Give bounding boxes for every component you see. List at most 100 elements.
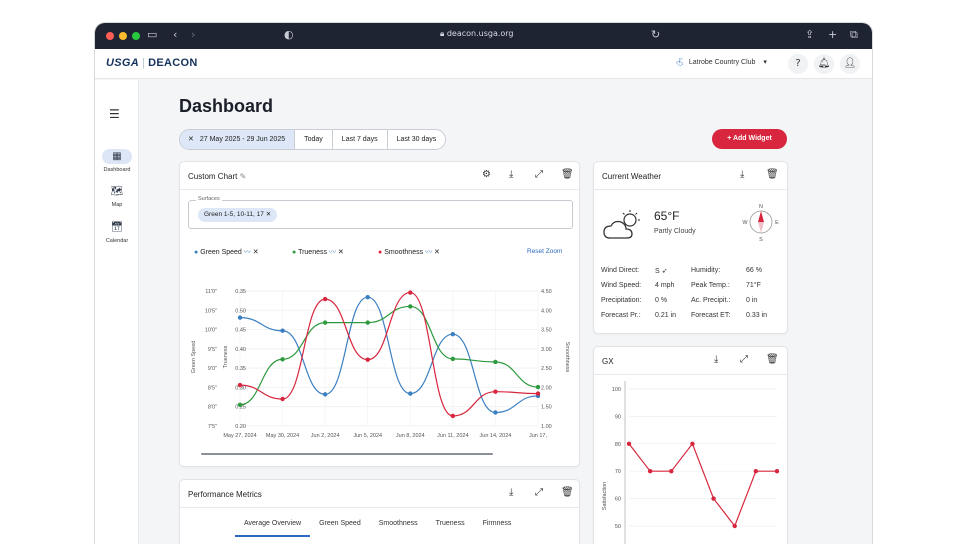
zoom-window-button[interactable] bbox=[132, 32, 140, 40]
shield-icon[interactable]: ◐ bbox=[284, 28, 294, 41]
today-button[interactable]: Today bbox=[295, 130, 333, 149]
help-button[interactable]: ? bbox=[788, 54, 808, 74]
clear-date-icon[interactable]: ✕ bbox=[188, 136, 194, 143]
wind-direction-label: Wind Direct: bbox=[601, 267, 640, 274]
y-mid-tick: 0.35 bbox=[235, 366, 246, 372]
data-point bbox=[753, 469, 759, 474]
menu-icon[interactable]: ☰ bbox=[109, 107, 120, 121]
sidebar-item-dashboard[interactable]: ▦ Dashboard bbox=[95, 149, 139, 173]
tab-average-overview[interactable]: Average Overview bbox=[235, 520, 311, 537]
legend-green-speed[interactable]: ● Green Speed 〰 ✕ bbox=[194, 245, 259, 260]
tab-smoothness[interactable]: Smoothness bbox=[370, 520, 427, 537]
usga-deacon-logo[interactable]: USGA | DEACON bbox=[106, 57, 198, 69]
legend-dot-icon: ● bbox=[378, 249, 383, 256]
data-point bbox=[365, 357, 370, 362]
data-point bbox=[365, 294, 370, 300]
reload-icon[interactable]: ↻ bbox=[651, 28, 660, 41]
compass-w: W bbox=[742, 220, 748, 226]
tab-trueness[interactable]: Trueness bbox=[427, 520, 474, 537]
settings-icon[interactable]: ⚙ bbox=[482, 169, 491, 180]
card-header: Current Weather ⤓ 🗑︎ bbox=[594, 162, 787, 190]
remove-series-icon[interactable]: ✕ bbox=[253, 249, 259, 256]
new-tab-icon[interactable]: + bbox=[828, 28, 837, 41]
remove-chip-icon[interactable]: ✕ bbox=[266, 211, 271, 218]
remove-series-icon[interactable]: ✕ bbox=[434, 249, 440, 256]
download-icon[interactable]: ⤓ bbox=[509, 487, 513, 498]
download-icon[interactable]: ⤓ bbox=[714, 354, 718, 365]
data-point bbox=[237, 402, 243, 407]
tab-firmness[interactable]: Firmness bbox=[474, 520, 521, 537]
x-tick: Jun 5, 2024 bbox=[353, 433, 382, 439]
humidity-value: 66 % bbox=[746, 267, 762, 274]
sidebar-item-map[interactable]: 🗺︎ Map bbox=[95, 184, 139, 208]
y-mid-tick: 0.50 bbox=[235, 308, 246, 314]
edit-icon[interactable]: ✎ bbox=[240, 172, 247, 181]
data-point bbox=[408, 304, 413, 309]
legend-label: Green Speed bbox=[200, 249, 242, 256]
series-line-smoothness bbox=[239, 291, 539, 417]
data-point bbox=[322, 296, 328, 302]
chart-scrollbar[interactable] bbox=[201, 453, 493, 455]
performance-tabs: Average Overview Green Speed Smoothness … bbox=[235, 520, 520, 537]
tab-green-speed[interactable]: Green Speed bbox=[310, 520, 370, 537]
fullscreen-icon[interactable]: ⤢ bbox=[535, 169, 543, 180]
y-mid-tick: 0.45 bbox=[235, 328, 246, 334]
x-tick: Jun 11, 2024 bbox=[437, 433, 468, 439]
legend-dot-icon: ● bbox=[194, 249, 199, 256]
download-icon[interactable]: ⤓ bbox=[509, 169, 513, 180]
gx-series-line bbox=[628, 442, 777, 528]
account-button[interactable]: 👤︎ bbox=[840, 54, 860, 74]
minimize-window-button[interactable] bbox=[119, 32, 127, 40]
custom-chart-card: Custom Chart ✎ ⚙ ⤓ ⤢ 🗑︎ Surfaces Green 1… bbox=[179, 161, 580, 467]
accumulated-precip-label: Ac. Precipit.: bbox=[691, 297, 731, 304]
notifications-button[interactable]: 🔔︎ bbox=[814, 54, 834, 74]
reset-zoom-link[interactable]: Reset Zoom bbox=[527, 248, 562, 255]
data-point bbox=[732, 523, 737, 529]
gx-line-chart[interactable]: Satisfaction 100 90 80 70 60 50 bbox=[594, 376, 787, 544]
tab-overview-icon[interactable]: ⧉ bbox=[850, 28, 858, 42]
data-point bbox=[237, 382, 243, 388]
card-header: Performance Metrics ⤓ ⤢ 🗑︎ bbox=[180, 480, 579, 508]
last-7-days-button[interactable]: Last 7 days bbox=[333, 130, 388, 149]
data-point bbox=[408, 290, 413, 295]
fullscreen-icon[interactable]: ⤢ bbox=[740, 354, 748, 365]
browser-window: ▭ ‹ › ◐ 🔒︎ deacon.usga.org ↻ ⇪ + ⧉ USGA |… bbox=[95, 23, 872, 544]
trash-icon[interactable]: 🗑︎ bbox=[561, 487, 574, 498]
precipitation-label: Precipitation: bbox=[601, 297, 642, 304]
y-left-tick: 9'5" bbox=[208, 347, 217, 353]
address-bar[interactable]: 🔒︎ deacon.usga.org bbox=[440, 29, 514, 39]
legend-smoothness[interactable]: ● Smoothness 〰 ✕ bbox=[378, 245, 440, 260]
series-line-trueness bbox=[239, 305, 539, 406]
download-icon[interactable]: ⤓ bbox=[740, 169, 744, 180]
trash-icon[interactable]: 🗑︎ bbox=[766, 169, 779, 180]
sidebar-toggle-icon[interactable]: ▭ bbox=[147, 28, 157, 41]
date-range-chip[interactable]: ✕ 27 May 2025 - 29 Jun 2025 bbox=[180, 130, 296, 149]
share-icon[interactable]: ⇪ bbox=[805, 28, 814, 41]
data-point bbox=[280, 396, 285, 402]
surface-chip[interactable]: Green 1-5, 10-11, 17 ✕ bbox=[198, 208, 278, 222]
y-mid-tick: 0.40 bbox=[235, 347, 246, 353]
compass-n: N bbox=[759, 204, 763, 210]
trash-icon[interactable]: 🗑︎ bbox=[766, 354, 779, 365]
surfaces-select[interactable]: Surfaces Green 1-5, 10-11, 17 ✕ bbox=[188, 196, 573, 229]
close-window-button[interactable] bbox=[106, 32, 114, 40]
remove-series-icon[interactable]: ✕ bbox=[338, 249, 344, 256]
precipitation-value: 0 % bbox=[655, 297, 668, 304]
club-selector[interactable]: ⛳︎ Latrobe Country Club ▾ bbox=[675, 58, 767, 66]
last-30-days-button[interactable]: Last 30 days bbox=[388, 130, 446, 149]
fullscreen-icon[interactable]: ⤢ bbox=[535, 487, 543, 498]
trash-icon[interactable]: 🗑︎ bbox=[561, 169, 574, 180]
forward-icon[interactable]: › bbox=[191, 28, 195, 41]
add-widget-button[interactable]: + Add Widget bbox=[712, 129, 787, 149]
date-range-text: 27 May 2025 - 29 Jun 2025 bbox=[199, 136, 286, 143]
compass-icon: N E S W bbox=[742, 204, 779, 242]
legend-trueness[interactable]: ● Trueness 〰 ✕ bbox=[292, 245, 344, 260]
sidebar-item-calendar[interactable]: 📅︎ Calendar bbox=[95, 220, 139, 244]
gx-title: GX bbox=[602, 357, 614, 366]
partly-cloudy-icon bbox=[603, 210, 640, 239]
back-icon[interactable]: ‹ bbox=[173, 28, 177, 41]
weather-condition: Partly Cloudy bbox=[654, 228, 696, 235]
data-point bbox=[280, 328, 285, 333]
custom-line-chart[interactable]: Green Speed Trueness Smoothness 11'0" 0.3… bbox=[180, 262, 579, 462]
browser-titlebar: ▭ ‹ › ◐ 🔒︎ deacon.usga.org ↻ ⇪ + ⧉ bbox=[95, 23, 872, 49]
